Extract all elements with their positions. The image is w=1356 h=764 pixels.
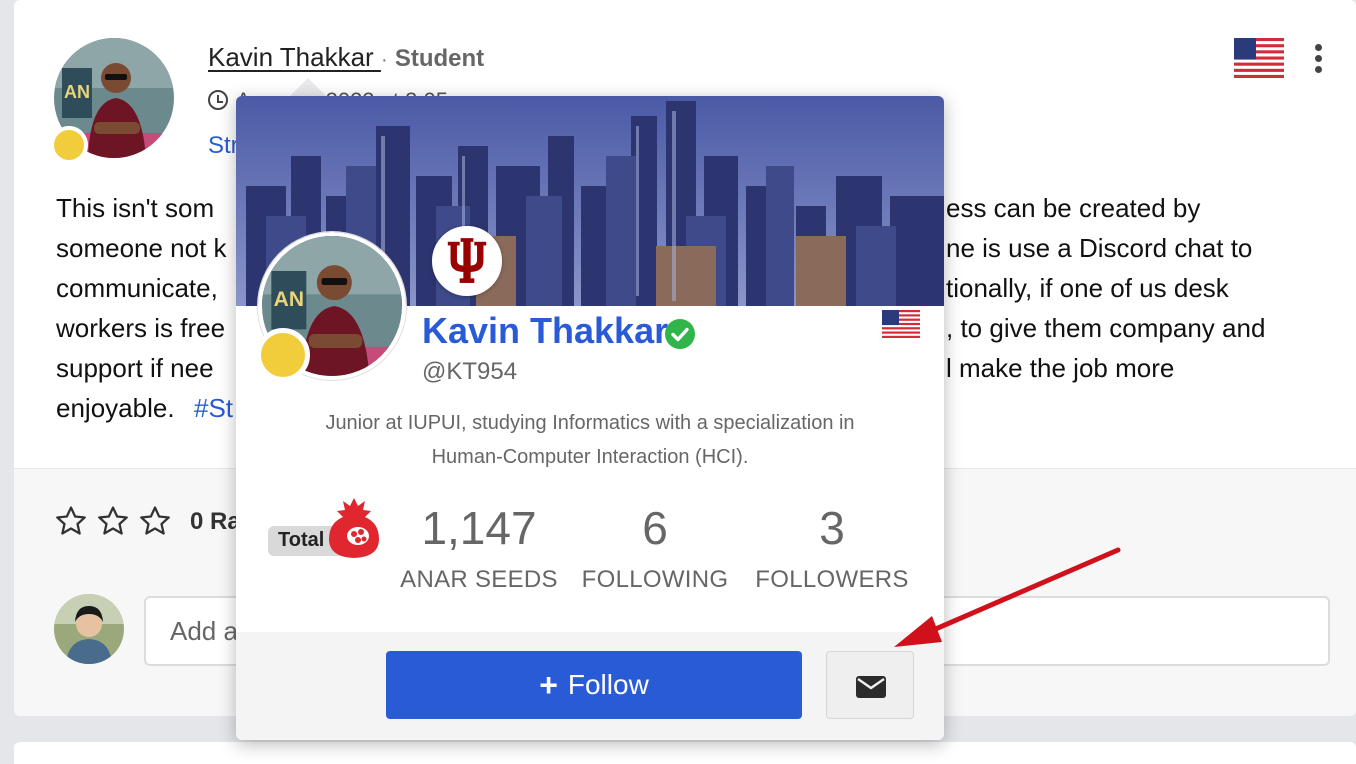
star-outline-icon[interactable] bbox=[96, 504, 130, 538]
bio-line: Human-Computer Interaction (HCI). bbox=[431, 446, 749, 468]
message-button[interactable] bbox=[826, 651, 914, 719]
commenter-avatar bbox=[54, 594, 124, 664]
author-name-link[interactable]: Kavin Thakkar bbox=[208, 42, 381, 72]
profile-popover: AN Kavin Thakkar @KT954 Junior at IUPUI,… bbox=[236, 96, 944, 740]
stat-anar-seeds: 1,147 ANAR SEEDS bbox=[394, 500, 564, 594]
stat-value: 1,147 bbox=[421, 502, 537, 554]
stat-value: 6 bbox=[642, 502, 668, 554]
popover-status-dot bbox=[256, 328, 310, 382]
next-post-card bbox=[14, 742, 1356, 764]
bio-line: Junior at IUPUI, studying Informatics wi… bbox=[325, 412, 855, 434]
category-link[interactable]: Str bbox=[208, 132, 239, 160]
author-role: Student bbox=[394, 45, 485, 72]
follow-button[interactable]: + Follow bbox=[386, 651, 802, 719]
stat-following[interactable]: 6 FOLLOWING bbox=[570, 500, 740, 594]
popover-handle: @KT954 bbox=[422, 358, 518, 385]
us-flag-icon bbox=[1234, 38, 1284, 78]
iu-trident-logo bbox=[447, 238, 487, 283]
author-status-dot bbox=[50, 126, 88, 164]
envelope-icon bbox=[856, 676, 886, 698]
plus-icon: + bbox=[539, 666, 558, 703]
svg-text:AN: AN bbox=[64, 82, 90, 102]
anar-seed-icon bbox=[329, 498, 379, 558]
rating-stars[interactable] bbox=[54, 504, 172, 538]
star-outline-icon[interactable] bbox=[54, 504, 88, 538]
stat-label: ANAR SEEDS bbox=[400, 566, 558, 593]
verified-check-icon bbox=[665, 319, 695, 349]
stat-label: FOLLOWING bbox=[581, 566, 729, 593]
more-vertical-icon[interactable] bbox=[1310, 44, 1326, 76]
commenter-photo bbox=[54, 594, 124, 664]
total-badge: Total bbox=[268, 494, 384, 564]
popover-bio: Junior at IUPUI, studying Informatics wi… bbox=[276, 406, 904, 474]
popover-name[interactable]: Kavin Thakkar bbox=[422, 310, 668, 352]
school-badge[interactable] bbox=[432, 226, 502, 296]
author-line: Kavin Thakkar · Student bbox=[208, 42, 484, 73]
svg-text:AN: AN bbox=[274, 288, 304, 311]
clock-icon bbox=[208, 90, 228, 110]
follow-label: Follow bbox=[567, 669, 649, 700]
annotation-arrow bbox=[894, 547, 1121, 647]
rating-label: 0 Ra bbox=[190, 508, 241, 535]
hashtag-link[interactable]: #St bbox=[194, 388, 233, 428]
star-outline-icon[interactable] bbox=[138, 504, 172, 538]
author-separator: · bbox=[380, 49, 388, 71]
popover-caret bbox=[288, 78, 328, 98]
us-flag-icon bbox=[882, 310, 920, 338]
